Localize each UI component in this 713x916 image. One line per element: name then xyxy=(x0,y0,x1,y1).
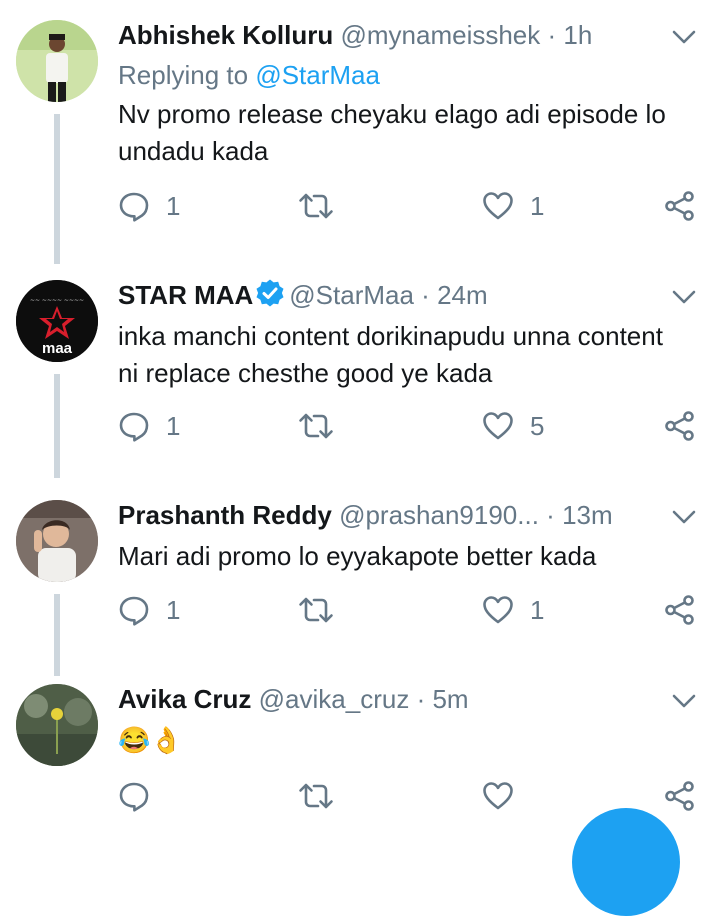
avatar[interactable] xyxy=(16,500,98,582)
retweet-icon xyxy=(298,410,334,442)
reply-count: 1 xyxy=(166,594,181,625)
timestamp[interactable]: 13m xyxy=(562,500,613,530)
replying-to-link[interactable]: @StarMaa xyxy=(255,60,380,90)
retweet-button[interactable] xyxy=(298,776,350,816)
reply-button[interactable]: 1 xyxy=(118,406,180,446)
svg-text:~~ ~~~~ ~~~~: ~~ ~~~~ ~~~~ xyxy=(30,297,84,304)
tweet-actions: 1 5 xyxy=(118,406,713,446)
share-button[interactable] xyxy=(664,776,696,816)
share-icon xyxy=(664,190,696,222)
reply-button[interactable]: 1 xyxy=(118,590,180,630)
retweet-button[interactable] xyxy=(298,186,350,226)
tweet-text: 😂👌 xyxy=(118,725,183,755)
chevron-down-icon[interactable] xyxy=(671,24,697,50)
reply-icon xyxy=(118,780,150,812)
thread-line xyxy=(54,374,60,478)
chevron-down-icon[interactable] xyxy=(671,284,697,310)
retweet-button[interactable] xyxy=(298,590,350,630)
display-name[interactable]: Avika Cruz xyxy=(118,684,251,714)
like-button[interactable] xyxy=(482,776,530,816)
reply-button[interactable]: 1 xyxy=(118,186,180,226)
retweet-icon xyxy=(298,594,334,626)
avatar[interactable] xyxy=(16,684,98,766)
retweet-icon xyxy=(298,780,334,812)
heart-icon xyxy=(482,594,514,626)
share-icon xyxy=(664,410,696,442)
tweet-prashanth[interactable]: Prashanth Reddy @prashan9190... · 13m Ma… xyxy=(0,498,713,676)
compose-fab-button[interactable] xyxy=(572,808,680,916)
share-button[interactable] xyxy=(664,406,696,446)
chevron-down-icon[interactable] xyxy=(671,688,697,714)
user-handle[interactable]: @mynameisshek xyxy=(340,20,540,50)
display-name[interactable]: Prashanth Reddy xyxy=(118,500,332,530)
like-count: 1 xyxy=(530,190,545,221)
display-name[interactable]: Abhishek Kolluru xyxy=(118,20,333,50)
tweet-header: Abhishek Kolluru @mynameisshek · 1h xyxy=(118,18,653,52)
timestamp[interactable]: 24m xyxy=(437,280,488,310)
user-handle[interactable]: @StarMaa xyxy=(289,280,414,310)
separator-dot: · xyxy=(546,500,555,530)
reply-count: 1 xyxy=(166,410,181,441)
reply-icon xyxy=(118,190,150,222)
tweet-text: Mari adi promo lo eyyakapote better kada xyxy=(118,541,597,571)
display-name[interactable]: STAR MAA xyxy=(118,280,253,310)
like-button[interactable]: 5 xyxy=(482,406,544,446)
heart-icon xyxy=(482,410,514,442)
like-button[interactable]: 1 xyxy=(482,590,544,630)
separator-dot: · xyxy=(421,280,430,310)
share-icon xyxy=(664,780,696,812)
tweet-abhishek[interactable]: Abhishek Kolluru @mynameisshek · 1h Repl… xyxy=(0,18,713,268)
separator-dot: · xyxy=(547,20,557,50)
avatar[interactable] xyxy=(16,20,98,102)
tweet-header: Avika Cruz @avika_cruz · 5m xyxy=(118,682,653,716)
share-button[interactable] xyxy=(664,186,696,226)
thread-line xyxy=(54,594,60,676)
reply-count: 1 xyxy=(166,190,181,221)
like-button[interactable]: 1 xyxy=(482,186,544,226)
user-handle[interactable]: @avika_cruz xyxy=(259,684,410,714)
retweet-button[interactable] xyxy=(298,406,350,446)
timestamp[interactable]: 5m xyxy=(432,684,468,714)
tweet-actions: 1 1 xyxy=(118,186,713,226)
share-button[interactable] xyxy=(664,590,696,630)
star-maa-logo: ~~ ~~~~ ~~~~ maa xyxy=(16,280,98,362)
tweet-actions: 1 1 xyxy=(118,590,713,630)
tweet-text: Nv promo release cheyaku elago adi episo… xyxy=(118,99,666,166)
tweet-text: inka manchi content dorikinapudu unna co… xyxy=(118,321,663,388)
like-count: 5 xyxy=(530,410,545,441)
like-count: 1 xyxy=(530,594,545,625)
heart-icon xyxy=(482,190,514,222)
person-avatar-image xyxy=(16,500,98,582)
avatar-logo-text: maa xyxy=(42,340,73,357)
thread-line xyxy=(54,114,60,264)
verified-badge-icon xyxy=(256,279,284,307)
avatar[interactable]: ~~ ~~~~ ~~~~ maa xyxy=(16,280,98,362)
reply-icon xyxy=(118,410,150,442)
user-handle[interactable]: @prashan9190... xyxy=(339,500,539,530)
share-icon xyxy=(664,594,696,626)
flower-avatar-image xyxy=(16,684,98,766)
reply-button[interactable] xyxy=(118,776,166,816)
separator-dot: · xyxy=(416,684,426,714)
retweet-icon xyxy=(298,190,334,222)
tweet-header: Prashanth Reddy @prashan9190... · 13m xyxy=(118,498,653,532)
reply-icon xyxy=(118,594,150,626)
chevron-down-icon[interactable] xyxy=(671,504,697,530)
person-avatar-image xyxy=(16,20,98,102)
replying-to: Replying to @StarMaa xyxy=(118,58,380,92)
timestamp[interactable]: 1h xyxy=(563,20,592,50)
tweet-starmaa[interactable]: ~~ ~~~~ ~~~~ maa STAR MAA @StarMaa · 24m… xyxy=(0,278,713,478)
heart-icon xyxy=(482,780,514,812)
replying-to-label: Replying to xyxy=(118,60,249,90)
tweet-header: STAR MAA @StarMaa · 24m xyxy=(118,278,653,312)
